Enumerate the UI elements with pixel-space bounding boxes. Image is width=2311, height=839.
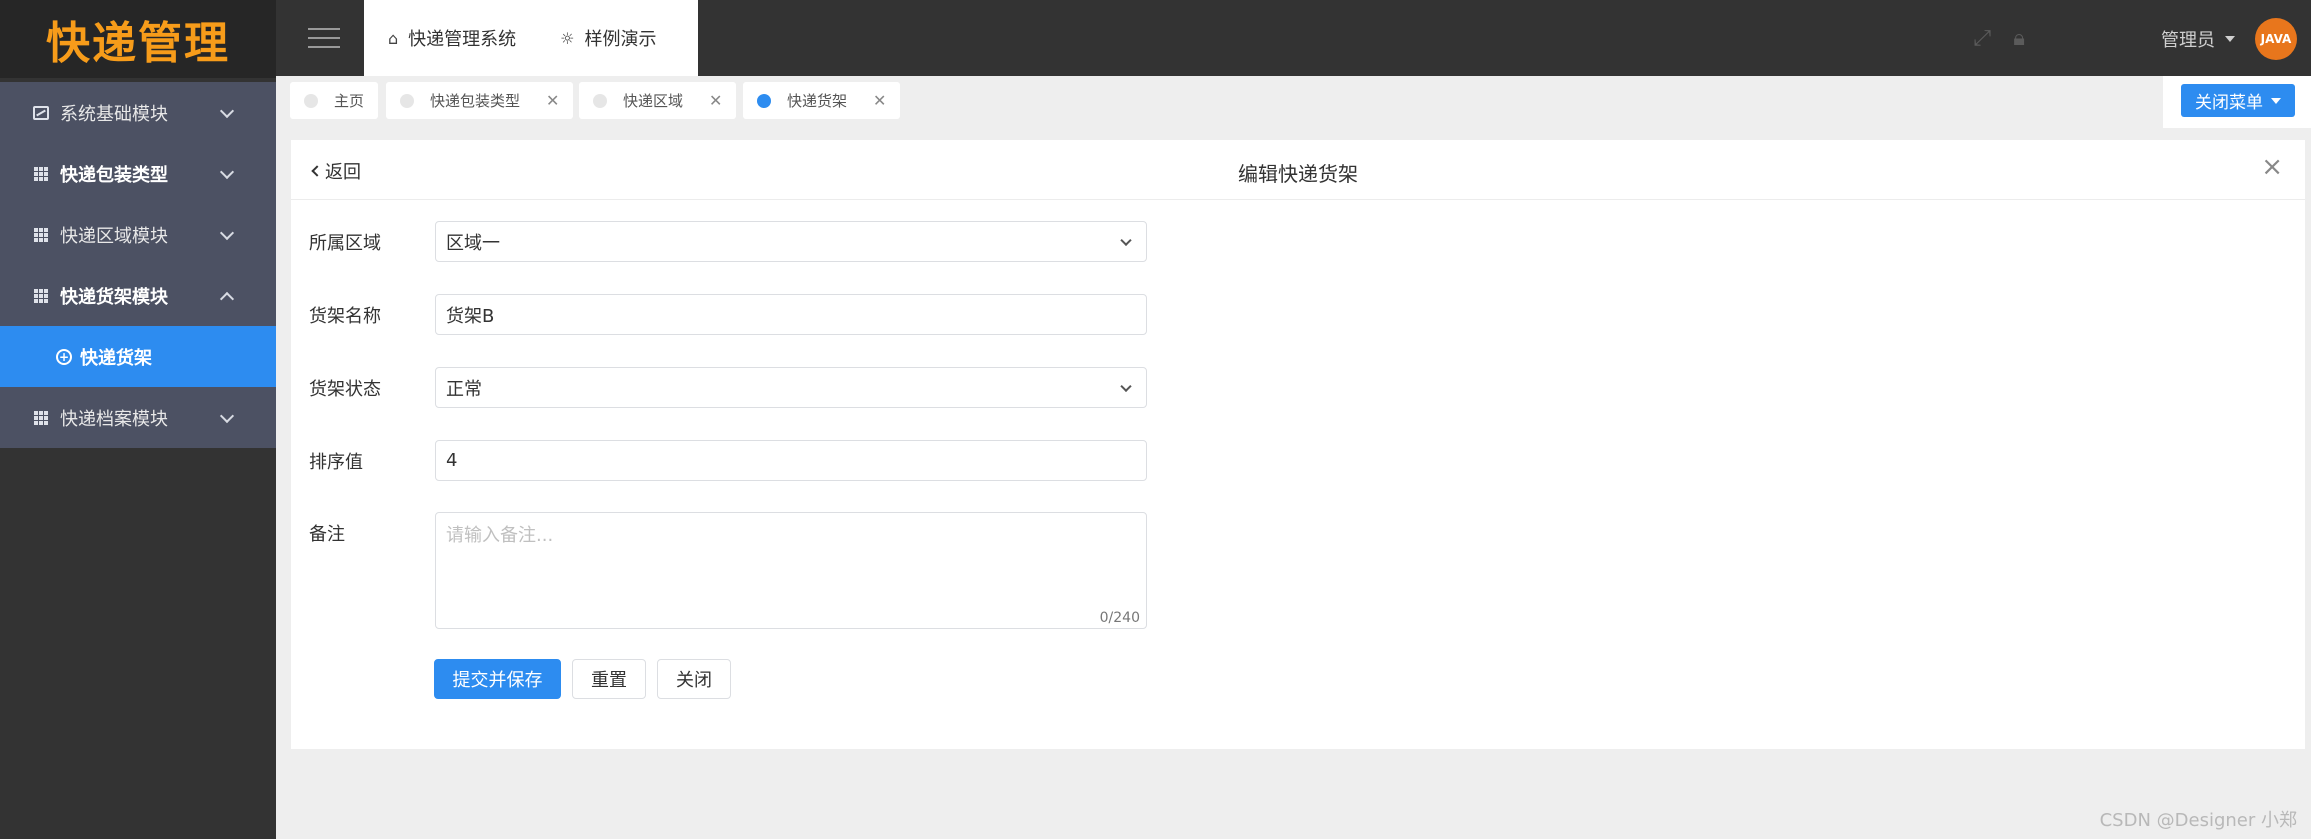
chevron-up-icon <box>219 291 235 306</box>
grid-icon <box>32 226 50 244</box>
area-value: 区域一 <box>446 232 500 254</box>
header-tab-label: 快递管理系统 <box>408 29 517 50</box>
grid-icon <box>32 165 50 183</box>
remark-label: 备注 <box>309 524 345 545</box>
sidebar-menu: 系统基础模块 快递包装类型 快递区域模块 快递货架模块 + 快递货架 快递档案模… <box>0 82 276 448</box>
expand-icon[interactable]: ⤢ <box>1973 26 1991 51</box>
chevron-down-icon <box>219 408 235 423</box>
chart-icon <box>32 104 50 122</box>
sidebar-item-system[interactable]: 系统基础模块 <box>0 82 276 143</box>
chevron-down-icon <box>1120 380 1132 392</box>
chevron-down-icon <box>219 164 235 179</box>
grid-icon <box>32 287 50 305</box>
tab-dot-icon <box>593 93 607 108</box>
tab-dot-icon <box>757 93 771 108</box>
user-name: 管理员 <box>2161 30 2215 51</box>
page-tab-label: 快递货架 <box>787 92 848 110</box>
sidebar-item-shelf[interactable]: 快递货架模块 <box>0 265 276 326</box>
page-tab-label: 快递区域 <box>623 92 684 110</box>
watermark: CSDN @Designer 小郑 <box>2099 810 2297 831</box>
sidebar-item-label: 快递货架模块 <box>60 286 168 308</box>
form-row-area: 所属区域 区域一 <box>309 221 1147 262</box>
card-header: 返回 编辑快递货架 × <box>291 140 2305 200</box>
page-tab-home[interactable]: 主页 <box>290 82 379 119</box>
circle-plus-icon: + <box>56 348 72 365</box>
close-icon[interactable]: ✕ <box>873 91 886 110</box>
bulb-icon: ☼ <box>560 28 575 48</box>
grid-icon <box>32 409 50 427</box>
sidebar-item-label: 系统基础模块 <box>60 103 168 125</box>
sidebar-subitem-shelf[interactable]: + 快递货架 <box>0 326 276 387</box>
lock-icon[interactable]: 🔒︎ <box>2013 26 2025 51</box>
sidebar-subitem-label: 快递货架 <box>80 347 152 369</box>
close-menu-wrap: 关闭菜单 <box>2163 76 2311 128</box>
name-label: 货架名称 <box>309 305 381 327</box>
sort-label: 排序值 <box>309 451 363 473</box>
tab-dot-icon <box>304 93 318 108</box>
sidebar-item-label: 快递包装类型 <box>60 164 168 186</box>
form-row-status: 货架状态 正常 <box>309 367 1147 408</box>
header-nav: ⌂ 快递管理系统 ☼ 样例演示 <box>364 0 698 76</box>
app-logo[interactable]: 快递管理 <box>0 0 276 78</box>
header-tab-demo[interactable]: ☼ 样例演示 <box>560 25 656 51</box>
remark-field-wrap: 0/240 <box>435 512 1147 629</box>
close-button[interactable]: 关闭 <box>657 659 731 699</box>
sidebar-item-packaging[interactable]: 快递包装类型 <box>0 143 276 204</box>
chevron-down-icon <box>219 225 235 240</box>
header-tab-label: 样例演示 <box>584 29 657 50</box>
page-tab-shelf[interactable]: 快递货架 ✕ <box>743 82 901 119</box>
form-actions: 提交并保存 重置 关闭 <box>434 659 742 699</box>
form-row-remark: 备注 0/240 <box>309 512 1147 629</box>
caret-down-icon <box>2225 36 2235 42</box>
sort-field-wrap <box>435 440 1147 481</box>
edit-shelf-card: 返回 编辑快递货架 × 所属区域 区域一 货架名称 货架状态 正常 排序值 备注 <box>291 140 2305 749</box>
chevron-down-icon <box>1120 234 1132 246</box>
sort-input[interactable] <box>446 450 1136 471</box>
close-icon[interactable]: ✕ <box>709 91 722 110</box>
status-select[interactable]: 正常 <box>435 367 1147 408</box>
tab-dot-icon <box>400 93 414 108</box>
shelf-name-input[interactable] <box>446 304 1136 325</box>
page-tabs: 主页 快递包装类型 ✕ 快递区域 ✕ 快递货架 ✕ 关闭菜单 <box>276 76 2311 130</box>
page-tab-label: 主页 <box>334 92 365 110</box>
app-logo-text: 快递管理 <box>46 18 230 69</box>
close-icon[interactable]: × <box>2261 154 2283 180</box>
header-tab-system[interactable]: ⌂ 快递管理系统 <box>388 25 516 51</box>
user-menu[interactable]: 管理员 <box>2161 26 2235 52</box>
sidebar: 快递管理 系统基础模块 快递包装类型 快递区域模块 快递货架模块 + 快递货架 <box>0 0 276 839</box>
status-value: 正常 <box>446 378 482 400</box>
name-field-wrap <box>435 294 1147 335</box>
top-header: ⌂ 快递管理系统 ☼ 样例演示 ⤢ 🔒︎ 管理员 JAVA <box>276 0 2311 76</box>
avatar[interactable]: JAVA <box>2255 18 2297 60</box>
remark-textarea[interactable] <box>436 513 1146 628</box>
sidebar-item-label: 快递区域模块 <box>60 225 168 247</box>
char-counter: 0/240 <box>1099 610 1140 626</box>
form-row-name: 货架名称 <box>309 294 1147 335</box>
form-row-sort: 排序值 <box>309 440 1147 481</box>
submit-button[interactable]: 提交并保存 <box>434 659 561 699</box>
page-title: 编辑快递货架 <box>1238 162 1358 186</box>
reset-button[interactable]: 重置 <box>572 659 646 699</box>
area-select[interactable]: 区域一 <box>435 221 1147 262</box>
close-icon[interactable]: ✕ <box>546 91 559 110</box>
page-tab-area[interactable]: 快递区域 ✕ <box>579 82 737 119</box>
page-tab-packaging[interactable]: 快递包装类型 ✕ <box>386 82 574 119</box>
home-icon: ⌂ <box>388 28 399 48</box>
chevron-down-icon <box>219 103 235 118</box>
menu-toggle-icon[interactable] <box>308 28 340 48</box>
page-tab-label: 快递包装类型 <box>430 92 521 110</box>
status-label: 货架状态 <box>309 378 381 400</box>
area-label: 所属区域 <box>309 232 381 254</box>
sidebar-item-area[interactable]: 快递区域模块 <box>0 204 276 265</box>
caret-down-icon <box>2271 97 2281 104</box>
sidebar-item-archive[interactable]: 快递档案模块 <box>0 387 276 448</box>
sidebar-item-label: 快递档案模块 <box>60 408 168 430</box>
close-menu-button[interactable]: 关闭菜单 <box>2181 84 2295 117</box>
